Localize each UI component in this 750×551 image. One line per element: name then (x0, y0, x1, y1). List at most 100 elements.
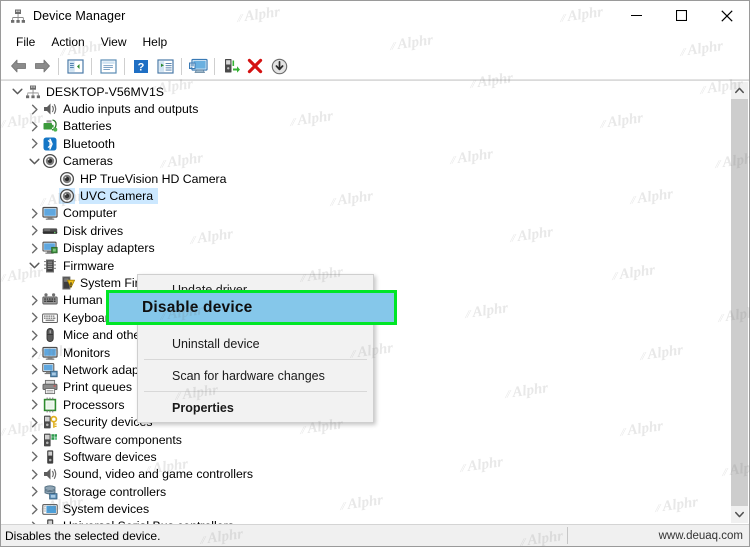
chevron-right-icon[interactable] (26, 136, 42, 152)
software-component-icon (42, 432, 58, 448)
back-arrow-icon[interactable] (6, 55, 30, 77)
chevron-right-icon[interactable] (26, 205, 42, 221)
scrollbar-thumb[interactable] (731, 99, 748, 506)
device-tree-panel[interactable]: DESKTOP-V56MV1S Audio inputs and outputs B… (1, 80, 749, 524)
twisty-placeholder (43, 275, 59, 291)
chevron-right-icon[interactable] (26, 466, 42, 482)
context-menu-item-properties[interactable]: Properties (138, 395, 373, 420)
tree-item-sound-video-and-game-controllers[interactable]: Sound, video and game controllers (1, 466, 731, 483)
tree-item-label: Batteries (63, 119, 112, 134)
twisty-placeholder (43, 171, 59, 187)
help-icon[interactable]: ? (129, 55, 153, 77)
menu-file[interactable]: File (8, 33, 43, 52)
speaker-icon (42, 466, 58, 482)
tree-item-computer[interactable]: Computer (1, 205, 731, 222)
scan-hardware-icon[interactable] (186, 55, 210, 77)
context-menu-item-disable-device[interactable]: Disable device (109, 293, 394, 322)
chevron-right-icon[interactable] (26, 362, 42, 378)
tree-item-display-adapters[interactable]: Display adapters (1, 240, 731, 257)
bluetooth-icon (42, 136, 58, 152)
show-hide-console-tree-icon[interactable] (63, 55, 87, 77)
context-menu-item-scan-hardware-changes[interactable]: Scan for hardware changes (138, 363, 373, 388)
status-divider (567, 527, 568, 544)
chevron-right-icon[interactable] (26, 345, 42, 361)
tree-item-cameras[interactable]: Cameras (1, 153, 731, 170)
tree-item-firmware[interactable]: Firmware (1, 257, 731, 274)
vertical-scrollbar[interactable] (730, 82, 748, 523)
tree-item-storage-controllers[interactable]: Storage controllers (1, 483, 731, 500)
chevron-right-icon[interactable] (26, 414, 42, 430)
monitor-icon (42, 345, 58, 361)
chevron-right-icon[interactable] (26, 484, 42, 500)
tree-item-software-components[interactable]: Software components (1, 431, 731, 448)
context-menu-item-uninstall-device[interactable]: Uninstall device (138, 331, 373, 356)
minimize-button[interactable] (614, 1, 659, 30)
tree-item-audio-inputs-and-outputs[interactable]: Audio inputs and outputs (1, 100, 731, 117)
tree-item-software-devices[interactable]: Software devices (1, 448, 731, 465)
tree-item-uvc-camera[interactable]: UVC Camera (1, 187, 731, 205)
chevron-right-icon[interactable] (26, 118, 42, 134)
tree-item-label: Disk drives (63, 223, 124, 238)
toolbar-separator (58, 57, 59, 75)
hid-icon (42, 292, 58, 308)
view-details-icon[interactable] (153, 55, 177, 77)
chevron-right-icon[interactable] (26, 379, 42, 395)
battery-icon (42, 118, 58, 134)
chevron-right-icon[interactable] (26, 449, 42, 465)
chevron-right-icon[interactable] (26, 310, 42, 326)
camera-icon (59, 188, 75, 205)
network-adapter-icon (42, 362, 58, 378)
chevron-right-icon[interactable] (26, 292, 42, 308)
chevron-right-icon[interactable] (26, 397, 42, 413)
chevron-down-icon[interactable] (26, 258, 42, 274)
chevron-down-icon[interactable] (26, 153, 42, 169)
forward-arrow-icon[interactable] (30, 55, 54, 77)
source-watermark-url: www.deuaq.com (658, 529, 743, 542)
chevron-right-icon[interactable] (26, 432, 42, 448)
chevron-right-icon[interactable] (26, 327, 42, 343)
title-bar: Device Manager (1, 1, 749, 31)
tree-item-desktop-v56mv1s[interactable]: DESKTOP-V56MV1S (1, 83, 731, 100)
chevron-right-icon[interactable] (26, 223, 42, 239)
device-manager-window: Device Manager File Action View Help ? D… (0, 0, 750, 549)
display-adapter-icon (42, 240, 58, 256)
security-device-icon (42, 414, 58, 430)
printer-icon (42, 379, 58, 395)
tree-item-label: Computer (63, 206, 117, 221)
menu-view[interactable]: View (93, 33, 135, 52)
monitor-icon (42, 205, 58, 221)
close-button[interactable] (704, 1, 749, 30)
update-driver-icon[interactable] (219, 55, 243, 77)
tree-item-label: Software devices (63, 449, 157, 464)
uninstall-device-icon[interactable] (243, 55, 267, 77)
scrollbar-up-button[interactable] (731, 82, 748, 99)
tree-item-batteries[interactable]: Batteries (1, 118, 731, 135)
menu-action[interactable]: Action (43, 33, 92, 52)
computer-root-icon (25, 84, 41, 100)
menu-help[interactable]: Help (135, 33, 176, 52)
tree-item-system-devices[interactable]: System devices (1, 500, 731, 517)
context-menu-separator (144, 359, 367, 360)
tree-item-hp-truevision-hd-camera[interactable]: HP TrueVision HD Camera (1, 170, 731, 187)
tree-item-disk-drives[interactable]: Disk drives (1, 222, 731, 239)
chevron-right-icon[interactable] (26, 501, 42, 517)
tree-item-label: Sound, video and game controllers (63, 467, 254, 482)
toolbar-separator (91, 57, 92, 75)
chevron-right-icon[interactable] (26, 101, 42, 117)
tree-item-label: Firmware (63, 258, 115, 273)
properties-icon[interactable] (96, 55, 120, 77)
chevron-right-icon[interactable] (26, 240, 42, 256)
window-controls (614, 1, 749, 30)
firmware-warning-icon (59, 275, 75, 291)
tree-item-label: Monitors (63, 345, 111, 360)
tree-item-label: Software components (63, 432, 182, 447)
maximize-button[interactable] (659, 1, 704, 30)
software-device-icon (42, 449, 58, 465)
chevron-down-icon[interactable] (9, 84, 25, 100)
tree-item-label: Display adapters (63, 241, 155, 256)
tree-item-label: Print queues (63, 380, 133, 395)
disable-device-icon[interactable] (267, 55, 291, 77)
tree-item-bluetooth[interactable]: Bluetooth (1, 135, 731, 152)
scrollbar-down-button[interactable] (731, 506, 748, 523)
tree-item-label: DESKTOP-V56MV1S (46, 84, 165, 99)
